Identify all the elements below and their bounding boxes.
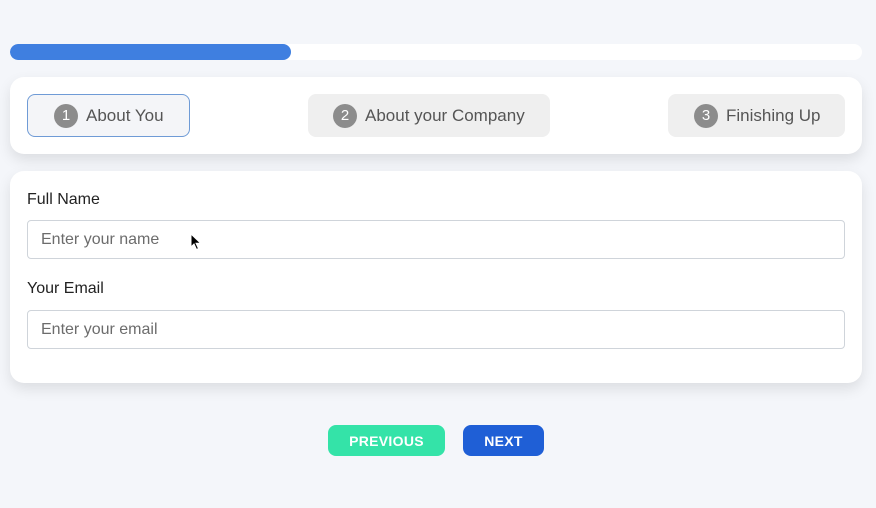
previous-button[interactable]: PREVIOUS bbox=[328, 425, 445, 456]
email-input[interactable] bbox=[27, 310, 845, 349]
step-label: About your Company bbox=[365, 105, 525, 125]
step-about-you[interactable]: 1 About You bbox=[27, 94, 190, 137]
progress-bar-fill bbox=[10, 44, 292, 60]
full-name-label: Full Name bbox=[27, 191, 100, 208]
next-button[interactable]: NEXT bbox=[463, 425, 544, 456]
step-about-company[interactable]: 2 About your Company bbox=[308, 94, 550, 137]
step-number-badge: 3 bbox=[694, 103, 718, 128]
steps-nav: 1 About You 2 About your Company 3 Finis… bbox=[10, 77, 862, 154]
step-number-badge: 2 bbox=[333, 103, 357, 128]
step-finishing-up[interactable]: 3 Finishing Up bbox=[668, 94, 845, 137]
mouse-pointer-icon bbox=[190, 233, 202, 251]
step-number-badge: 1 bbox=[54, 103, 78, 128]
step-label: Finishing Up bbox=[726, 105, 821, 125]
form-card: Full Name Your Email bbox=[10, 171, 862, 383]
progress-bar bbox=[10, 44, 862, 60]
full-name-input[interactable] bbox=[27, 220, 845, 259]
email-label: Your Email bbox=[27, 280, 104, 297]
step-label: About You bbox=[86, 105, 164, 125]
